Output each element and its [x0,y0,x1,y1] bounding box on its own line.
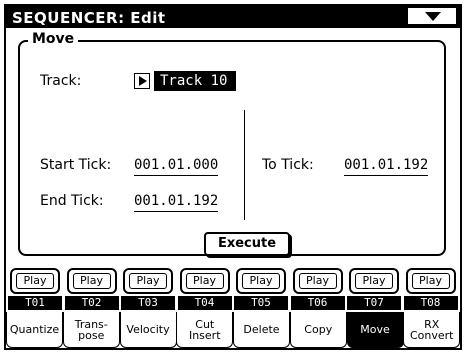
track-name-label: T03 [121,296,175,310]
track-label: Track: [40,73,82,89]
track-play-button[interactable]: Play [355,273,393,289]
track-value-field[interactable]: Track 10 [154,71,236,91]
track-play-frame: Play [179,268,230,294]
track-select-button[interactable] [134,73,150,89]
track-5: Play T05 [234,268,288,312]
sequencer-edit-screen: SEQUENCER: Edit Move Track: Track 10 Sta… [4,4,462,350]
track-strip: Play T01 Play T02 Play T03 Play T04 Play T05 Play T… [6,268,460,312]
to-tick-label: To Tick: [262,157,314,173]
track-play-button[interactable]: Play [185,273,224,289]
track-name-label: T06 [290,296,345,310]
track-name-label: T05 [234,296,288,310]
track-play-button[interactable]: Play [129,273,167,289]
tab-copy[interactable]: Copy [289,312,347,348]
track-1: Play T01 [8,268,62,312]
end-tick-label: End Tick: [40,193,104,209]
track-name-label: T04 [177,296,232,310]
tab-label: Trans- pose [74,317,108,342]
to-tick-field[interactable]: 001.01.192 [344,157,429,176]
track-name-label: T07 [347,296,401,310]
tab-label: Move [360,323,390,336]
move-group-label: Move [28,31,79,47]
track-play-frame: Play [292,268,343,294]
tab-quantize[interactable]: Quantize [6,312,63,348]
triangle-right-icon [139,76,147,86]
track-play-button[interactable]: Play [298,273,337,289]
track-3: Play T03 [121,268,175,312]
track-play-button[interactable]: Play [72,273,111,289]
tab-trans-pose[interactable]: Trans- pose [62,312,120,348]
track-4: Play T04 [177,268,232,312]
track-name-label: T02 [64,296,119,310]
tab-delete[interactable]: Delete [233,312,290,348]
triangle-down-icon [425,12,441,21]
page-title: SEQUENCER: Edit [12,9,166,27]
tab-label: RX Convert [410,317,454,342]
tab-cut-insert[interactable]: Cut Insert [176,312,234,348]
tab-velocity[interactable]: Velocity [119,312,177,348]
tab-bar: Quantize Trans- pose Velocity Cut Insert Del… [6,312,461,348]
title-bar: SEQUENCER: Edit [6,6,460,28]
tab-label: Copy [304,323,333,336]
track-play-button[interactable]: Play [411,273,450,289]
execute-button[interactable]: Execute [204,232,290,256]
page-menu-button[interactable] [408,8,456,24]
tab-label: Quantize [9,323,60,336]
track-play-button[interactable]: Play [242,273,280,289]
track-play-frame: Play [66,268,117,294]
track-name-label: T01 [8,296,62,310]
track-6: Play T06 [290,268,345,312]
track-play-frame: Play [10,268,60,294]
tab-label: Cut Insert [188,317,221,342]
track-play-frame: Play [236,268,286,294]
start-tick-label: Start Tick: [40,157,112,173]
tab-label: Velocity [126,323,170,336]
track-play-frame: Play [349,268,399,294]
track-7: Play T07 [347,268,401,312]
column-divider [244,110,245,220]
start-tick-field[interactable]: 001.01.000 [134,157,219,176]
end-tick-field[interactable]: 001.01.192 [134,193,219,212]
track-2: Play T02 [64,268,119,312]
tab-rx-convert[interactable]: RX Convert [403,312,461,348]
track-play-frame: Play [405,268,456,294]
track-8: Play T08 [403,268,458,312]
track-play-frame: Play [123,268,173,294]
tab-label: Delete [243,323,280,336]
track-name-label: T08 [403,296,458,310]
track-play-button[interactable]: Play [16,273,54,289]
tab-move[interactable]: Move [346,312,404,348]
